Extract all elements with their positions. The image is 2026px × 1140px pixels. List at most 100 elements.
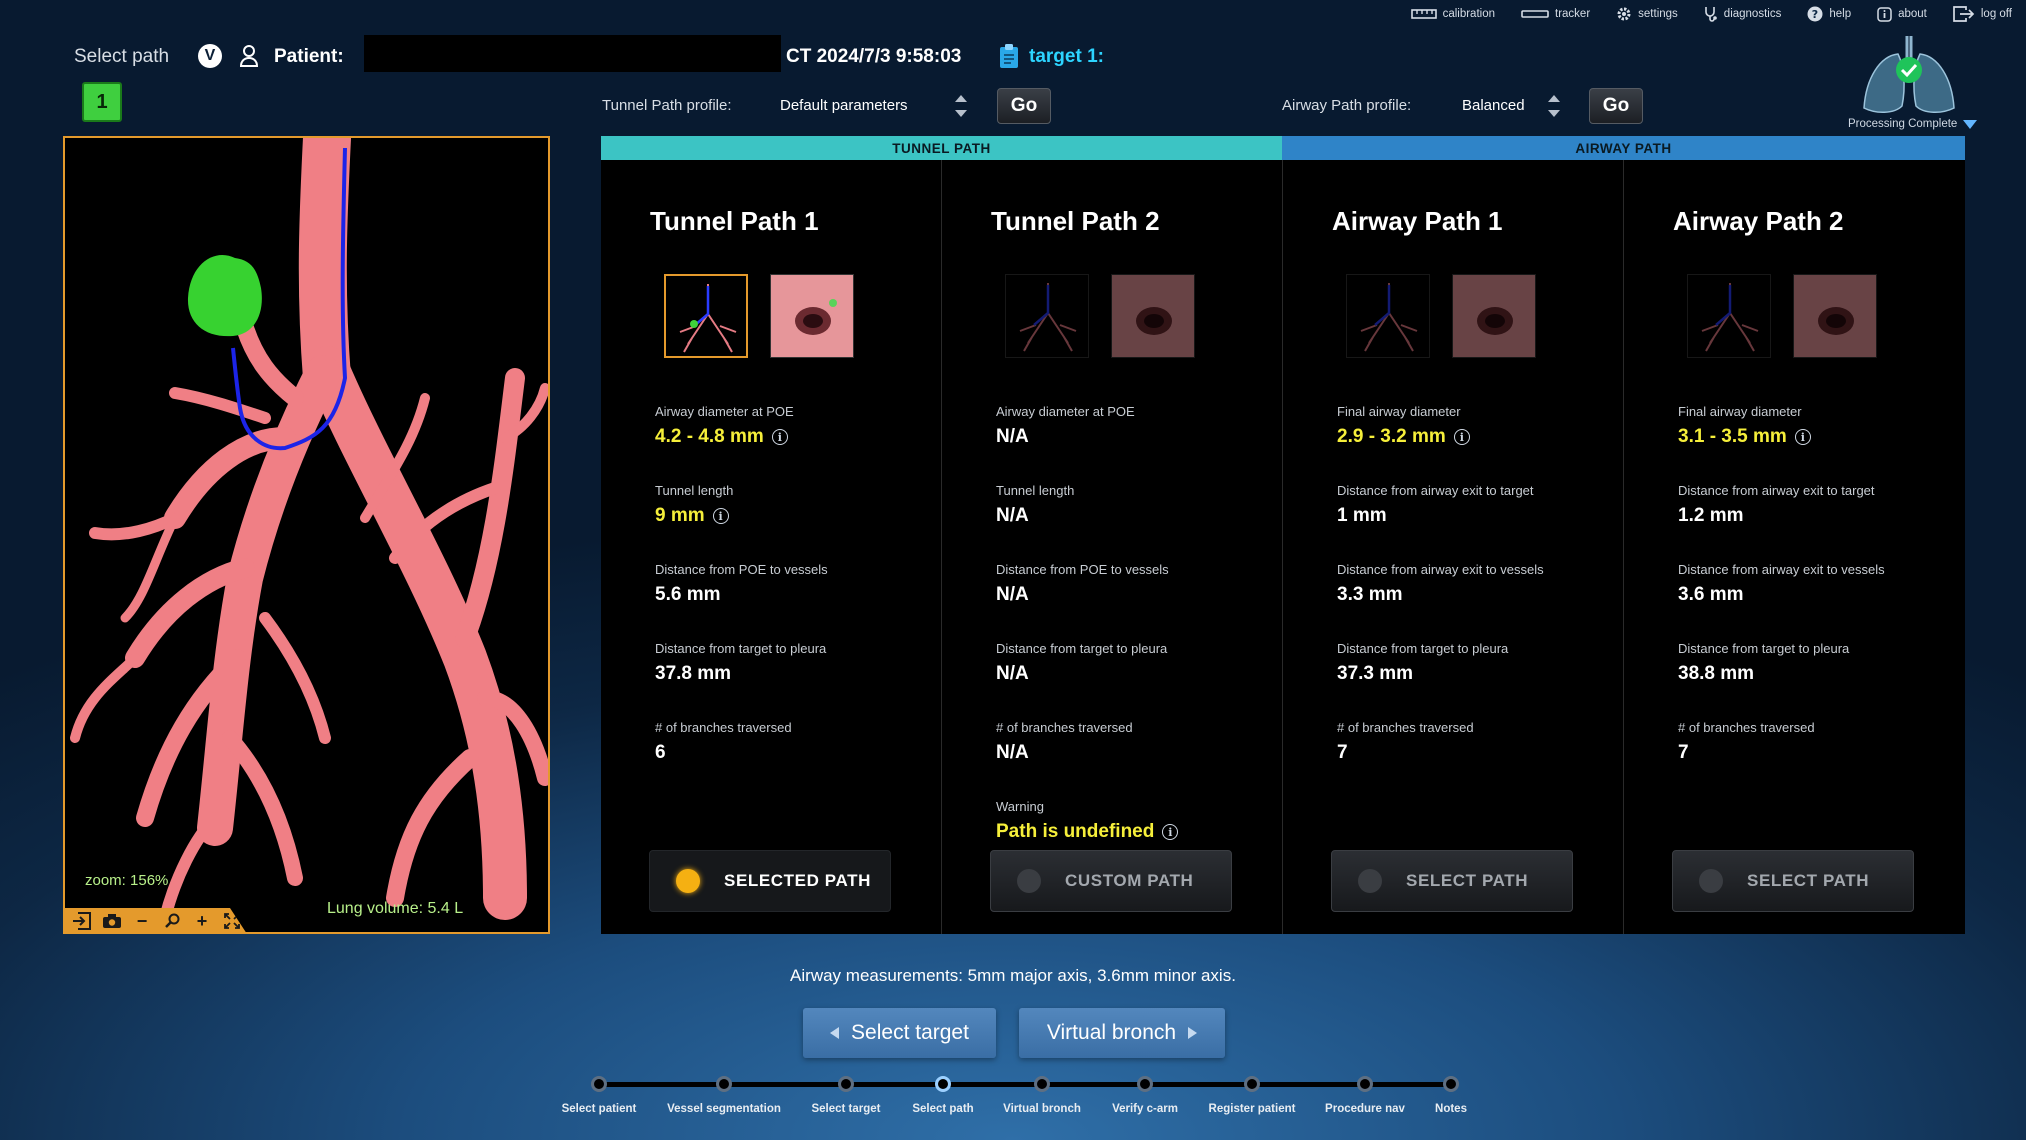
info-icon[interactable]: i (1453, 429, 1470, 445)
exit-view-icon[interactable] (71, 910, 93, 932)
metric-value: N/A (996, 505, 1029, 526)
airway-3d-view[interactable]: zoom: 156% Lung volume: 5.4 L − + (63, 136, 550, 934)
step-select-target[interactable]: Select target (811, 1103, 880, 1115)
metric-label: # of branches traversed (996, 720, 1133, 735)
svg-text:?: ? (1812, 8, 1818, 21)
metric-label: Distance from airway exit to target (1678, 483, 1875, 498)
path-options-panel: TUNNEL PATH AIRWAY PATH Tunnel Path 1 Ai… (601, 136, 1965, 934)
metric-value-text: 9 mm (655, 505, 705, 526)
zoom-in-icon[interactable]: + (191, 910, 213, 932)
step-select-path[interactable]: Select path (912, 1103, 973, 1115)
metric-value: 6 (655, 742, 666, 763)
lungs-status-icon[interactable] (1858, 30, 1960, 121)
airway-go-button[interactable]: Go (1589, 88, 1643, 124)
magnifier-icon[interactable] (161, 910, 183, 932)
metric-value-text: 4.2 - 4.8 mm (655, 426, 764, 447)
tracker-link[interactable]: tracker (1521, 6, 1590, 22)
metric-value-text: 2.9 - 3.2 mm (1337, 426, 1446, 447)
calibration-label: calibration (1442, 8, 1495, 20)
airway-tree-thumbnail[interactable] (664, 274, 748, 358)
zoom-out-icon[interactable]: − (131, 910, 153, 932)
radio-on-icon (676, 869, 700, 893)
metric-value: 37.8 mm (655, 663, 732, 684)
metric-value: 38.8 mm (1678, 663, 1755, 684)
button-label: SELECT PATH (1747, 871, 1870, 890)
page-title: Select path (74, 46, 170, 67)
about-link[interactable]: about (1877, 6, 1927, 22)
next-virtual-bronch-button[interactable]: Virtual bronch (1019, 1008, 1225, 1058)
zoom-readout: zoom: 156% (85, 872, 169, 889)
step-dot[interactable] (1244, 1076, 1260, 1092)
airway-tree-thumbnail[interactable] (1005, 274, 1089, 358)
logoff-link[interactable]: log off (1953, 6, 2012, 22)
info-icon[interactable]: i (771, 429, 788, 445)
metric-label: Distance from target to pleura (996, 641, 1168, 656)
processing-status[interactable]: Processing Complete (1848, 118, 1978, 130)
path-number-tab[interactable]: 1 (82, 82, 122, 122)
select-path-button[interactable]: SELECT PATH (1331, 850, 1573, 912)
step-dot[interactable] (716, 1076, 732, 1092)
step-register-patient[interactable]: Register patient (1209, 1103, 1296, 1115)
endoscopic-view-thumbnail[interactable] (1452, 274, 1536, 358)
step-vessel-segmentation[interactable]: Vessel segmentation (667, 1103, 781, 1115)
back-button-label: Select target (851, 1021, 969, 1044)
logoff-label: log off (1980, 8, 2012, 20)
metric-label: Distance from target to pleura (1337, 641, 1509, 656)
back-select-target-button[interactable]: Select target (803, 1008, 996, 1058)
settings-link[interactable]: settings (1616, 6, 1678, 22)
step-dot[interactable] (1034, 1076, 1050, 1092)
radio-off-icon (1699, 869, 1723, 893)
airway-profile-spinner-icon[interactable] (1548, 95, 1560, 117)
step-dot[interactable] (1357, 1076, 1373, 1092)
lung-volume-readout: Lung volume: 5.4 L (327, 900, 464, 917)
tunnel-profile-select[interactable]: Default parameters (780, 97, 908, 114)
metric-label: Final airway diameter (1337, 404, 1461, 419)
metric-label: Distance from target to pleura (1678, 641, 1850, 656)
endoscopic-view-thumbnail[interactable] (770, 274, 854, 358)
diagnostics-link[interactable]: diagnostics (1704, 6, 1781, 22)
tunnel-profile-spinner-icon[interactable] (955, 95, 967, 117)
target-label[interactable]: target 1: (1029, 46, 1104, 68)
info-icon[interactable]: i (712, 508, 729, 524)
metric-label: Distance from target to pleura (655, 641, 827, 656)
tunnel-path-group-header: TUNNEL PATH (601, 136, 1282, 160)
path-card-airway-1: Airway Path 1 Final airway diameter 2.9 … (1283, 160, 1624, 934)
selected-path-button[interactable]: SELECTED PATH (649, 850, 891, 912)
metric-value: 37.3 mm (1337, 663, 1414, 684)
path-title: Tunnel Path 2 (991, 206, 1160, 236)
select-path-button[interactable]: SELECT PATH (1672, 850, 1914, 912)
airway-profile-select[interactable]: Balanced (1462, 97, 1525, 114)
metric-value: 1.2 mm (1678, 505, 1744, 526)
step-procedure-nav[interactable]: Procedure nav (1325, 1103, 1405, 1115)
step-select-patient[interactable]: Select patient (562, 1103, 637, 1115)
airway-tree-render (70, 138, 548, 924)
calibration-link[interactable]: calibration (1410, 6, 1495, 22)
metric-label: Distance from airway exit to vessels (1337, 562, 1544, 577)
chevron-down-icon (1963, 119, 1978, 129)
endoscopic-view-thumbnail[interactable] (1793, 274, 1877, 358)
info-icon[interactable]: i (1794, 429, 1811, 445)
step-verify-c-arm[interactable]: Verify c-arm (1112, 1103, 1178, 1115)
patient-label: Patient: (274, 46, 344, 67)
tunnel-go-button[interactable]: Go (997, 88, 1051, 124)
step-dot[interactable] (1137, 1076, 1153, 1092)
step-dot[interactable] (591, 1076, 607, 1092)
button-label: SELECT PATH (1406, 871, 1529, 890)
endoscopic-view-thumbnail[interactable] (1111, 274, 1195, 358)
airway-tree-thumbnail[interactable] (1346, 274, 1430, 358)
airway-tree-thumbnail[interactable] (1687, 274, 1771, 358)
step-dot[interactable] (1443, 1076, 1459, 1092)
patient-name-redacted (364, 35, 781, 72)
step-virtual-bronch[interactable]: Virtual bronch (1003, 1103, 1081, 1115)
metric-value: 1 mm (1337, 505, 1387, 526)
help-link[interactable]: ? help (1807, 6, 1851, 22)
metric-label: Tunnel length (655, 483, 734, 498)
step-dot[interactable] (838, 1076, 854, 1092)
step-notes[interactable]: Notes (1435, 1103, 1467, 1115)
step-dot-current[interactable] (935, 1076, 951, 1092)
camera-icon[interactable] (101, 910, 123, 932)
path-title: Airway Path 2 (1673, 206, 1844, 236)
info-icon[interactable]: i (1162, 824, 1179, 840)
custom-path-button[interactable]: CUSTOM PATH (990, 850, 1232, 912)
clipboard-icon[interactable] (998, 43, 1020, 74)
